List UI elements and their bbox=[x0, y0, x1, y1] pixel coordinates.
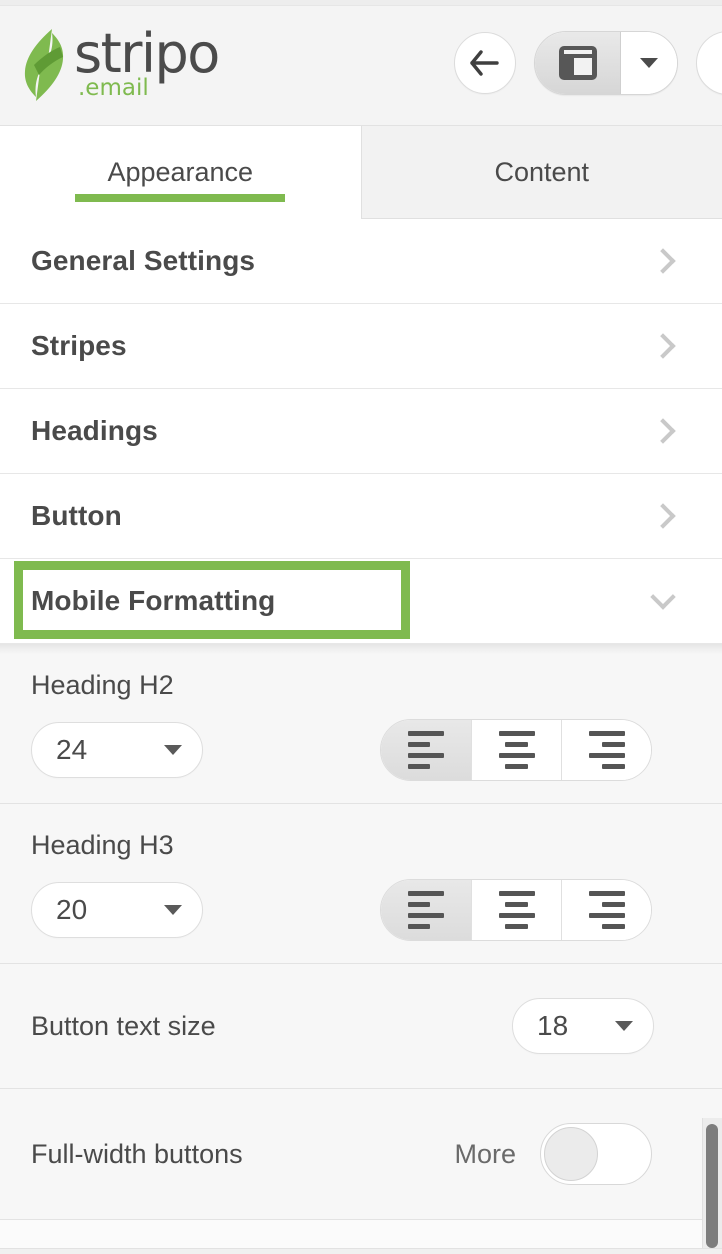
caret-down-icon bbox=[164, 745, 182, 755]
accordion-label: Headings bbox=[31, 415, 158, 446]
align-right-icon bbox=[588, 731, 625, 769]
align-right-button-h2[interactable] bbox=[561, 720, 651, 780]
align-left-button-h3[interactable] bbox=[381, 880, 471, 940]
panel-layout-icon bbox=[558, 45, 597, 80]
field-heading-h3-label: Heading H3 bbox=[31, 830, 174, 860]
chevron-right-icon bbox=[650, 503, 676, 529]
heading-h2-size-value: 24 bbox=[56, 734, 88, 765]
text-tool-button[interactable]: T bbox=[696, 30, 722, 95]
button-text-size-label: Button text size bbox=[31, 1010, 216, 1041]
align-center-icon bbox=[498, 731, 535, 769]
field-button-text-size: Button text size 18 bbox=[0, 964, 722, 1089]
accordion-item-headings[interactable]: Headings bbox=[0, 389, 722, 474]
tab-bar: Appearance Content bbox=[0, 126, 722, 219]
stripo-leaf-mark-icon bbox=[22, 27, 68, 103]
tab-appearance[interactable]: Appearance bbox=[0, 126, 361, 219]
heading-h2-size-select[interactable]: 24 bbox=[31, 722, 203, 778]
heading-h3-size-select[interactable]: 20 bbox=[31, 882, 203, 938]
stripo-wordmark: stripo .email bbox=[74, 21, 220, 101]
align-right-icon bbox=[588, 891, 625, 929]
caret-down-icon bbox=[615, 1021, 633, 1031]
back-button[interactable] bbox=[454, 31, 516, 94]
vertical-scrollbar-thumb[interactable] bbox=[706, 1124, 718, 1248]
accordion-item-general-settings[interactable]: General Settings bbox=[0, 219, 722, 304]
mobile-formatting-panel: Heading H2 24 Heading H3 20 Button text … bbox=[0, 644, 722, 1220]
button-text-size-value: 18 bbox=[537, 1010, 569, 1041]
panel-layout-split-button[interactable] bbox=[534, 30, 678, 95]
chevron-right-icon bbox=[650, 248, 676, 274]
toggle-knob bbox=[544, 1127, 598, 1181]
align-center-button-h3[interactable] bbox=[471, 880, 561, 940]
appearance-settings-list: General Settings Stripes Headings Button… bbox=[0, 219, 722, 644]
full-width-buttons-label: Full-width buttons bbox=[31, 1138, 243, 1169]
chevron-down-icon bbox=[650, 584, 676, 610]
field-heading-h3: Heading H3 20 bbox=[0, 804, 722, 964]
button-text-size-select[interactable]: 18 bbox=[512, 998, 654, 1054]
panel-layout-button[interactable] bbox=[535, 31, 621, 94]
align-center-button-h2[interactable] bbox=[471, 720, 561, 780]
chevron-right-icon bbox=[650, 333, 676, 359]
panel-layout-dropdown-button[interactable] bbox=[621, 31, 677, 94]
align-center-icon bbox=[498, 891, 535, 929]
accordion-label: General Settings bbox=[31, 245, 256, 276]
align-right-button-h3[interactable] bbox=[561, 880, 651, 940]
field-full-width-buttons: Full-width buttons More bbox=[0, 1089, 722, 1220]
accordion-item-button[interactable]: Button bbox=[0, 474, 722, 559]
align-left-button-h2[interactable] bbox=[381, 720, 471, 780]
stripo-editor-window: stripo .email T bbox=[0, 0, 722, 1254]
window-bottom-edge bbox=[0, 1248, 722, 1254]
tab-content-label: Content bbox=[494, 156, 590, 187]
brand-name: stripo bbox=[74, 21, 220, 85]
accordion-item-mobile-formatting[interactable]: Mobile Formatting bbox=[0, 559, 722, 644]
align-left-icon bbox=[408, 891, 444, 929]
chevron-right-icon bbox=[650, 418, 676, 444]
heading-h2-alignment-group bbox=[380, 719, 652, 781]
toolbar-buttons: T bbox=[454, 30, 722, 95]
field-heading-h2-label: Heading H2 bbox=[31, 670, 174, 700]
accordion-label: Button bbox=[31, 500, 122, 531]
stripo-logo[interactable]: stripo .email bbox=[22, 21, 220, 103]
heading-h3-size-value: 20 bbox=[56, 894, 88, 925]
heading-h3-alignment-group bbox=[380, 879, 652, 941]
tab-appearance-label: Appearance bbox=[107, 157, 254, 187]
field-heading-h2: Heading H2 24 bbox=[0, 644, 722, 804]
accordion-item-stripes[interactable]: Stripes bbox=[0, 304, 722, 389]
more-label: More bbox=[454, 1138, 516, 1169]
full-width-buttons-toggle[interactable] bbox=[540, 1123, 652, 1185]
align-left-icon bbox=[408, 731, 444, 769]
tab-content[interactable]: Content bbox=[360, 126, 722, 219]
accordion-label: Mobile Formatting bbox=[31, 585, 276, 616]
caret-down-icon bbox=[164, 905, 182, 915]
top-toolbar: stripo .email T bbox=[0, 0, 722, 126]
accordion-label: Stripes bbox=[31, 330, 127, 361]
arrow-left-icon bbox=[470, 49, 499, 76]
caret-down-icon bbox=[640, 57, 658, 68]
